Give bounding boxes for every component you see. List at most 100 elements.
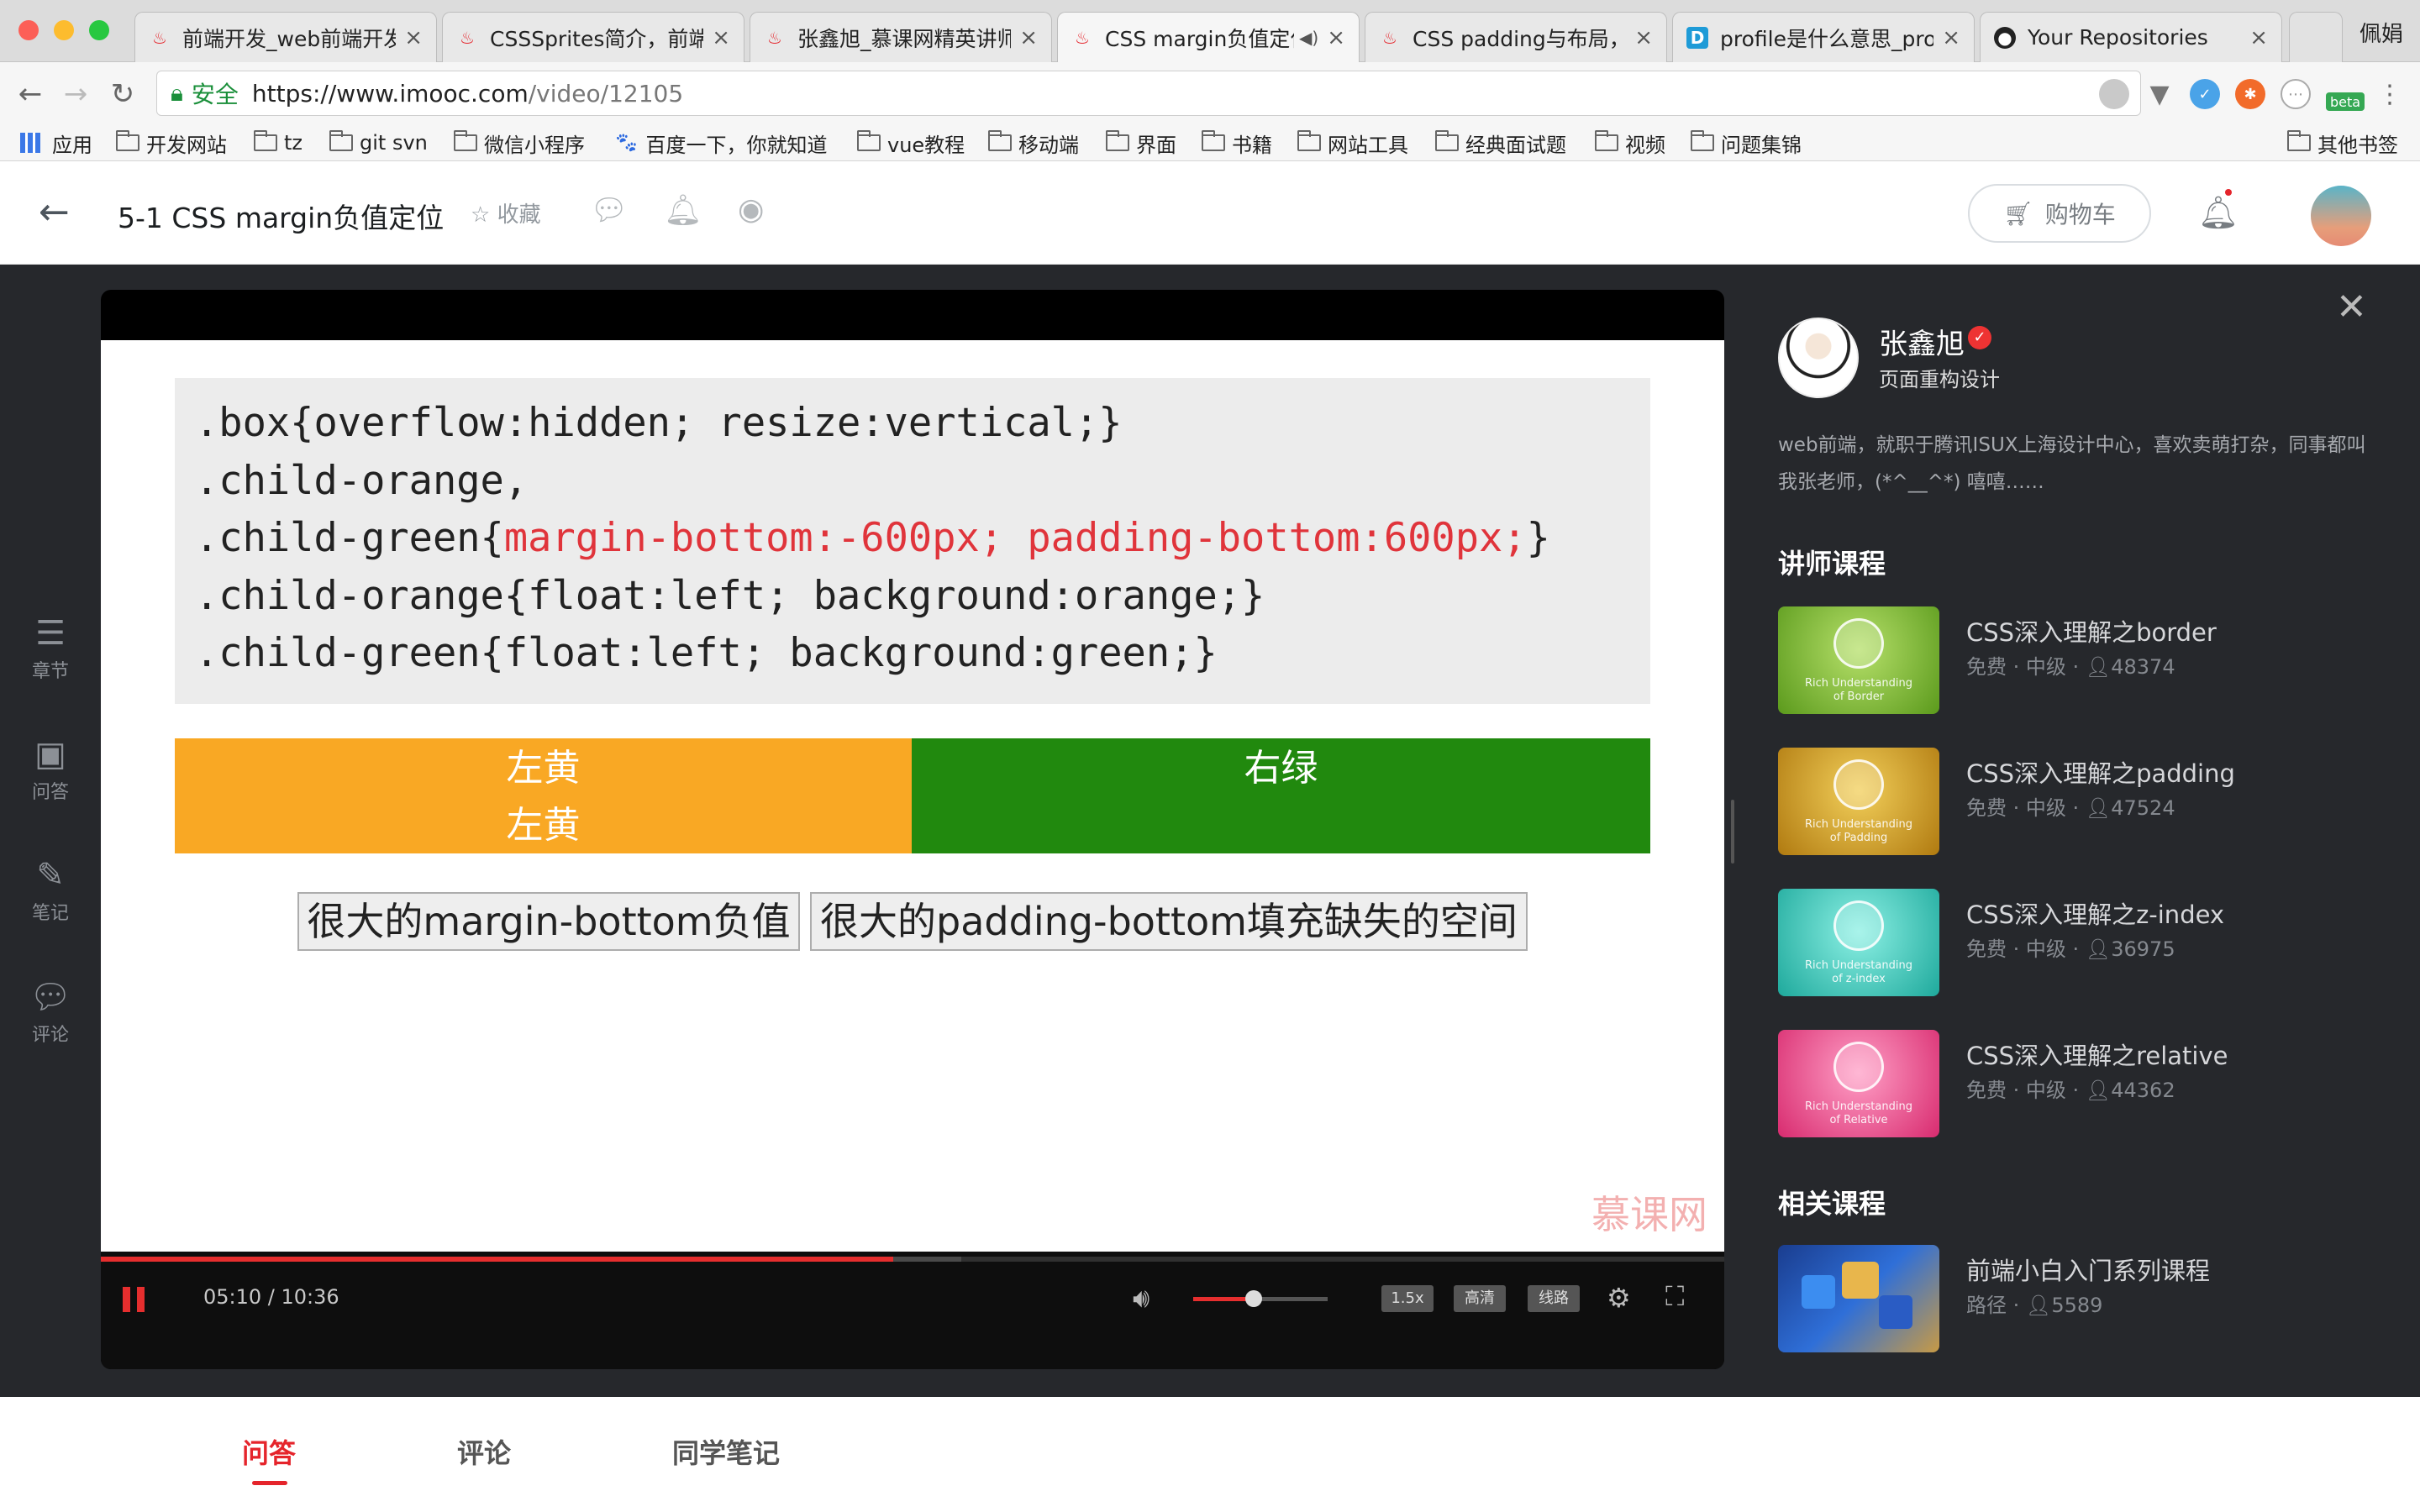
- left-nav: ☰ 章节 ▣ 问答 ✎ 笔记 💬︎ 评论: [0, 265, 101, 1397]
- reload-icon[interactable]: ↻: [106, 77, 139, 111]
- maximize-window-button[interactable]: [89, 20, 109, 40]
- quality-button[interactable]: 高清: [1454, 1285, 1506, 1312]
- tab-notes[interactable]: 同学笔记: [672, 1432, 780, 1471]
- folder-icon: [2287, 130, 2311, 151]
- teacher-avatar[interactable]: [1778, 318, 1859, 398]
- fullscreen-icon[interactable]: ⛶: [1665, 1280, 1684, 1313]
- played-bar: [101, 1257, 893, 1262]
- progress-bar[interactable]: [101, 1257, 1724, 1262]
- close-tab-icon[interactable]: ×: [1019, 25, 1038, 50]
- qq-share-icon[interactable]: 🔔︎: [664, 192, 702, 228]
- address-bar[interactable]: 🔒︎ 安全 https://www.imooc.com/video/12105 …: [156, 71, 2141, 116]
- tab-qa[interactable]: 问答: [242, 1432, 296, 1471]
- folder-icon: [329, 130, 353, 151]
- minimize-window-button[interactable]: [54, 20, 74, 40]
- close-tab-icon[interactable]: ×: [1634, 25, 1653, 50]
- folder-icon: [454, 130, 477, 151]
- user-avatar[interactable]: [2311, 186, 2371, 246]
- browser-tab[interactable]: ♨ 张鑫旭_慕课网精英讲师 ×: [750, 12, 1052, 62]
- settings-gear-icon[interactable]: ⚙: [1607, 1282, 1631, 1314]
- extension-icon[interactable]: ✓: [2190, 79, 2220, 109]
- bookmark-folder[interactable]: vue教程: [857, 124, 965, 161]
- video-player[interactable]: .box{overflow:hidden; resize:vertical;} …: [101, 290, 1724, 1369]
- folder-icon: [254, 130, 277, 151]
- course-thumbnail: Rich Understanding of Relative: [1778, 1030, 1939, 1137]
- browser-tab-active[interactable]: ♨ CSS margin负值定位 ◀) ×: [1057, 12, 1360, 62]
- tab-comments[interactable]: 评论: [457, 1432, 511, 1471]
- weibo-share-icon[interactable]: ◉: [738, 192, 764, 227]
- extension-icon[interactable]: [2099, 79, 2129, 109]
- nav-notes[interactable]: ✎ 笔记: [0, 856, 101, 925]
- bookmark-folder[interactable]: 经典面试题: [1435, 124, 1566, 161]
- wechat-share-icon[interactable]: 💬︎: [590, 192, 629, 228]
- bookmark-folder[interactable]: 界面: [1106, 124, 1176, 161]
- bookmark-folder[interactable]: 问题集锦: [1691, 124, 1802, 161]
- related-courses-heading: 相关课程: [1778, 1188, 1886, 1220]
- bookmark-apps[interactable]: 应用: [20, 124, 92, 161]
- browser-tab[interactable]: ♨ CSS padding与布局，C ×: [1365, 12, 1667, 62]
- volume-slider[interactable]: [1193, 1290, 1328, 1307]
- close-tab-icon[interactable]: ×: [712, 25, 730, 50]
- bookmark-folder[interactable]: 微信小程序: [454, 124, 585, 161]
- close-panel-icon[interactable]: ✕: [2336, 286, 2367, 328]
- course-card[interactable]: Rich Understanding of z-index CSS深入理解之z-i…: [1778, 889, 2383, 996]
- teacher-name[interactable]: 张鑫旭: [1879, 321, 1965, 362]
- line-button[interactable]: 线路: [1528, 1285, 1580, 1312]
- bookmark-folder[interactable]: 网站工具: [1297, 124, 1408, 161]
- close-tab-icon[interactable]: ×: [1327, 25, 1345, 50]
- new-tab-button[interactable]: [2289, 12, 2343, 62]
- browser-tab-bar: ♨ 前端开发_web前端开发 × ♨ CSSSprites简介，前端 × ♨ 张…: [0, 0, 2420, 62]
- other-bookmarks-folder[interactable]: 其他书签: [2287, 124, 2398, 161]
- bookmark-folder[interactable]: 开发网站: [116, 124, 227, 161]
- bookmark-folder[interactable]: git svn: [329, 124, 428, 161]
- flame-icon: ♨: [460, 27, 475, 48]
- browser-tab[interactable]: ♨ CSSSprites简介，前端 ×: [442, 12, 744, 62]
- volume-knob[interactable]: [1245, 1290, 1262, 1307]
- bookmark-baidu[interactable]: 🐾︎ 百度一下，你就知道: [613, 124, 827, 161]
- browser-toolbar: ← → ↻ 🔒︎ 安全 https://www.imooc.com/video/…: [0, 62, 2420, 124]
- vue-devtools-icon[interactable]: ▼: [2144, 79, 2175, 109]
- folder-icon: [1435, 130, 1459, 151]
- menu-icon: ☰: [35, 614, 66, 653]
- profile-name[interactable]: 佩娟: [2360, 17, 2403, 48]
- close-tab-icon[interactable]: ×: [1942, 25, 1960, 50]
- browser-menu-icon[interactable]: ⋮: [2375, 79, 2405, 109]
- extension-icon[interactable]: ⋯: [2281, 79, 2311, 109]
- extension-icon[interactable]: ✱: [2235, 79, 2265, 109]
- beta-extension-badge[interactable]: beta: [2326, 92, 2365, 111]
- back-arrow-icon[interactable]: ←: [39, 191, 70, 234]
- speed-button[interactable]: 1.5x: [1381, 1285, 1434, 1312]
- forward-icon[interactable]: →: [59, 77, 92, 111]
- course-card[interactable]: Rich Understanding of Padding CSS深入理解之pad…: [1778, 748, 2383, 855]
- course-card[interactable]: 前端小白入门系列课程 路径 · 👤︎5589: [1778, 1245, 2383, 1352]
- course-card[interactable]: Rich Understanding of Relative CSS深入理解之re…: [1778, 1030, 2383, 1137]
- panel-resize-handle[interactable]: [1731, 800, 1734, 864]
- close-tab-icon[interactable]: ×: [404, 25, 423, 50]
- notification-bell-icon[interactable]: 🔔︎: [2198, 194, 2238, 232]
- close-tab-icon[interactable]: ×: [2249, 25, 2268, 50]
- flame-icon: ♨: [152, 27, 167, 48]
- nav-qa[interactable]: ▣ 问答: [0, 735, 101, 804]
- speaker-icon[interactable]: ◀): [1299, 28, 1318, 48]
- bookmark-folder[interactable]: 移动端: [988, 124, 1079, 161]
- close-window-button[interactable]: [18, 20, 39, 40]
- course-card[interactable]: Rich Understanding of Border CSS深入理解之bord…: [1778, 606, 2383, 714]
- browser-tab[interactable]: ● Your Repositories ×: [1980, 12, 2282, 62]
- bookmark-folder[interactable]: tz: [254, 124, 302, 161]
- back-icon[interactable]: ←: [13, 77, 47, 111]
- pause-icon[interactable]: [123, 1287, 146, 1312]
- nav-comments[interactable]: 💬︎ 评论: [0, 977, 101, 1047]
- active-tab-indicator: [252, 1481, 287, 1485]
- volume-icon[interactable]: 🔊︎: [1133, 1282, 1150, 1315]
- browser-tab[interactable]: D profile是什么意思_profi ×: [1672, 12, 1975, 62]
- bookmark-folder[interactable]: 视频: [1595, 124, 1665, 161]
- browser-tab[interactable]: ♨ 前端开发_web前端开发 ×: [134, 12, 437, 62]
- margin-bottom-demo-button: 很大的margin-bottom负值: [297, 892, 800, 951]
- bookmark-folder[interactable]: 书籍: [1202, 124, 1272, 161]
- laurel-emblem-icon: [1833, 759, 1884, 810]
- favorite-button[interactable]: ☆ 收藏: [471, 197, 541, 228]
- cart-button[interactable]: 🛒︎ 购物车: [1968, 184, 2151, 243]
- nav-chapters[interactable]: ☰ 章节: [0, 614, 101, 683]
- video-title: 5-1 CSS margin负值定位: [118, 202, 445, 234]
- teacher-courses-heading: 讲师课程: [1778, 548, 1886, 580]
